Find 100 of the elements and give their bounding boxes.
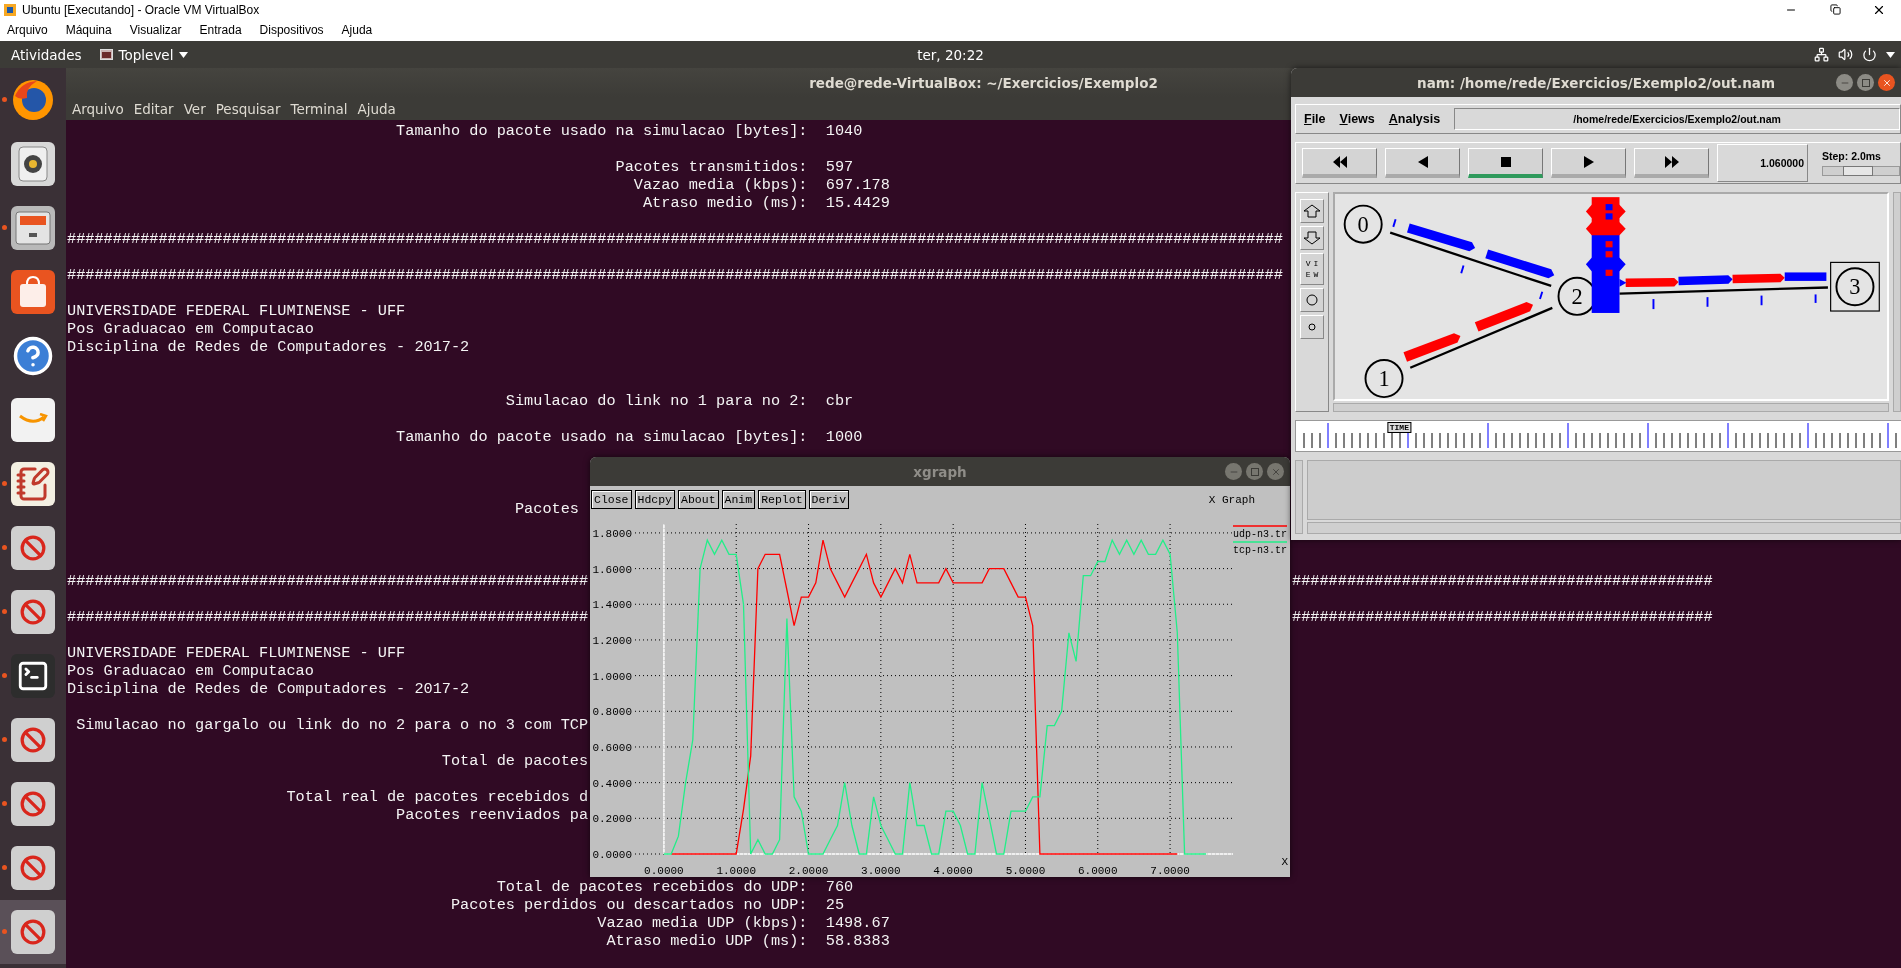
menu-item[interactable]: Analysis xyxy=(1388,112,1441,126)
maximize-button[interactable] xyxy=(1246,463,1263,480)
zoom-in-button[interactable] xyxy=(1300,199,1324,223)
clock[interactable]: ter, 20:22 xyxy=(917,46,984,63)
legend-line xyxy=(1232,525,1288,527)
terminal-text: ##################################################################################################################################### xyxy=(67,230,1283,248)
vertical-scrollbar[interactable] xyxy=(1295,460,1303,534)
toolbar-button[interactable]: Hdcpy xyxy=(634,490,676,509)
terminal-text: Pos Graduacao em Computacao xyxy=(67,662,314,680)
small-circle-button[interactable] xyxy=(1300,315,1324,339)
window-icon xyxy=(99,49,113,60)
toolbar-button[interactable]: Close xyxy=(591,490,632,509)
maximize-icon xyxy=(1861,78,1870,87)
axis-label: 0.2000 xyxy=(592,813,632,826)
toolbar-button[interactable]: About xyxy=(678,490,719,509)
play-backward-button[interactable] xyxy=(1385,148,1460,178)
terminal-icon xyxy=(16,659,50,693)
terminal-text: Tamanho do pacote usado na simulacao [bytes]: 1000 xyxy=(396,428,863,446)
zoom-out-button[interactable] xyxy=(1300,226,1324,250)
terminal-text: Vazao media (kbps): 697.178 xyxy=(633,176,890,194)
network-icon[interactable] xyxy=(1814,47,1829,62)
menu-item[interactable]: Editar xyxy=(133,100,174,117)
legend-label: udp-n3.tr xyxy=(1233,529,1287,540)
toolbar-button[interactable]: Replot xyxy=(758,490,806,509)
rewind-button[interactable] xyxy=(1302,148,1377,178)
fast-forward-button[interactable] xyxy=(1634,148,1709,178)
node-label: 2 xyxy=(1571,284,1583,310)
node-circle xyxy=(1343,204,1383,244)
axis-title: X xyxy=(1281,856,1288,868)
activities-button[interactable]: Atividades xyxy=(11,46,82,63)
menu-item[interactable]: Views xyxy=(1339,112,1375,126)
axis-label: 0.8000 xyxy=(592,706,632,719)
menu-item[interactable]: Terminal xyxy=(290,100,348,117)
terminal-text: ############################################## xyxy=(1292,572,1713,590)
axis-label: 3.0000 xyxy=(861,865,901,877)
view-button[interactable]: VIEW xyxy=(1300,253,1324,285)
terminal-text: Tamanho do pacote usado na simulacao [bytes]: 1040 xyxy=(396,122,863,140)
restore-icon xyxy=(1829,4,1841,15)
no-entry-icon xyxy=(20,791,46,817)
legend-label: tcp-n3.tr xyxy=(1233,545,1287,556)
no-entry-icon xyxy=(20,919,46,945)
node-label: 3 xyxy=(1849,274,1861,300)
vertical-scrollbar[interactable] xyxy=(1893,192,1901,412)
circle-button[interactable] xyxy=(1300,288,1324,312)
volume-icon[interactable] xyxy=(1838,47,1853,62)
menu-item[interactable]: Ajuda xyxy=(357,100,396,117)
minimize-button[interactable] xyxy=(1836,74,1853,91)
circle-icon xyxy=(1306,294,1318,306)
menu-item[interactable]: Arquivo xyxy=(7,23,48,37)
no-entry-icon xyxy=(20,599,46,625)
horizontal-scrollbar[interactable] xyxy=(1307,522,1901,534)
legend-line xyxy=(1232,541,1288,543)
menu-item[interactable]: Ver xyxy=(183,100,206,117)
app-menu[interactable]: Toplevel xyxy=(118,46,174,63)
terminal-text: Simulacao no gargalo ou link do no 2 para o no 3 com TCP xyxy=(76,716,589,734)
caret-icon[interactable] xyxy=(1886,51,1895,58)
caret-icon xyxy=(179,51,189,58)
menu-item[interactable]: Ajuda xyxy=(341,23,373,37)
axis-label: 7.0000 xyxy=(1150,865,1190,877)
time-slider[interactable]: TIME xyxy=(1295,420,1901,452)
no-entry-icon xyxy=(20,727,46,753)
rewind-icon xyxy=(1332,155,1347,168)
terminal-text: Total real de pacotes recebidos d xyxy=(286,788,589,806)
path-field[interactable]: /home/rede/Exercicios/Exemplo2/out.nam xyxy=(1454,108,1900,130)
step-slider[interactable] xyxy=(1822,166,1900,176)
power-icon[interactable] xyxy=(1862,47,1877,62)
window-title: xgraph xyxy=(913,463,967,480)
toolbar-button[interactable]: Anim xyxy=(721,490,756,509)
triangle-left-icon xyxy=(1417,155,1428,168)
node-label: 0 xyxy=(1357,211,1369,237)
shopping-bag-icon xyxy=(18,276,48,308)
node-box xyxy=(1830,261,1880,312)
horizontal-scrollbar[interactable] xyxy=(1333,402,1889,412)
toolbar-button[interactable]: Deriv xyxy=(808,490,850,509)
small-circle-icon xyxy=(1308,323,1316,331)
arrow-down-icon xyxy=(1303,231,1321,245)
menu-item[interactable]: Arquivo xyxy=(72,100,124,117)
stop-button[interactable] xyxy=(1468,148,1543,178)
menu-item[interactable]: Máquina xyxy=(65,23,112,37)
menu-item[interactable]: Entrada xyxy=(199,23,242,37)
menu-item[interactable]: File xyxy=(1304,112,1326,126)
terminal-text: Pos Graduacao em Computacao xyxy=(67,320,314,338)
step-label: Step: 2.0ms xyxy=(1822,150,1882,162)
slider-thumb[interactable] xyxy=(1843,166,1874,176)
menu-item[interactable]: Pesquisar xyxy=(215,100,281,117)
play-button[interactable] xyxy=(1551,148,1626,178)
terminal-text: ##################################################################################################################################### xyxy=(67,266,1283,284)
menu-item[interactable]: Visualizar xyxy=(129,23,182,37)
menu-item[interactable]: Dispositivos xyxy=(259,23,324,37)
terminal-text: Atraso medio UDP (ms): 58.8383 xyxy=(606,932,890,950)
no-entry-icon xyxy=(20,535,46,561)
terminal-text: Pacotes reenviados pa xyxy=(396,806,589,824)
terminal-text: Pacotes perdidos ou descartados no UDP: 25 xyxy=(450,896,845,914)
terminal-text: Disciplina de Redes de Computadores - 2017-2 xyxy=(67,338,470,356)
close-button[interactable] xyxy=(1878,74,1895,91)
minimize-button[interactable] xyxy=(1225,463,1242,480)
app-icon xyxy=(3,2,17,17)
time-slider-thumb[interactable]: TIME xyxy=(1387,422,1411,433)
terminal-text: Disciplina de Redes de Computadores - 2017-2 xyxy=(67,680,470,698)
chart-title: X Graph xyxy=(1208,493,1256,506)
